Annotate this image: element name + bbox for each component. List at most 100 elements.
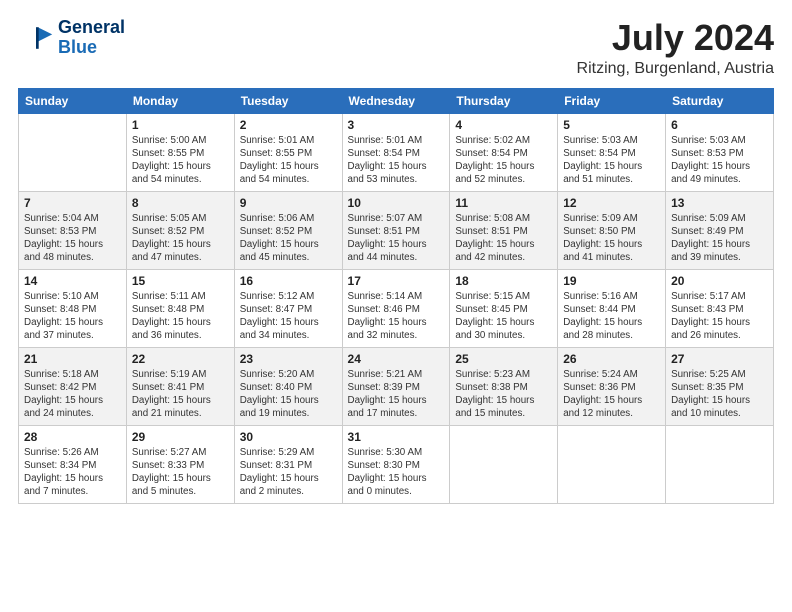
day-number: 5 (563, 118, 660, 132)
logo: General Blue (18, 18, 125, 58)
title-block: July 2024 Ritzing, Burgenland, Austria (577, 18, 774, 78)
table-row (19, 113, 127, 191)
table-row: 12Sunrise: 5:09 AM Sunset: 8:50 PM Dayli… (558, 191, 666, 269)
day-info: Sunrise: 5:14 AM Sunset: 8:46 PM Dayligh… (348, 290, 445, 343)
day-info: Sunrise: 5:27 AM Sunset: 8:33 PM Dayligh… (132, 446, 229, 499)
day-info: Sunrise: 5:03 AM Sunset: 8:53 PM Dayligh… (671, 134, 768, 187)
day-info: Sunrise: 5:29 AM Sunset: 8:31 PM Dayligh… (240, 446, 337, 499)
day-number: 30 (240, 430, 337, 444)
day-number: 27 (671, 352, 768, 366)
calendar-week-row: 1Sunrise: 5:00 AM Sunset: 8:55 PM Daylig… (19, 113, 774, 191)
table-row: 28Sunrise: 5:26 AM Sunset: 8:34 PM Dayli… (19, 425, 127, 503)
calendar-week-row: 14 Sunrise: 5:10 AM Sunset: 8:48 PM Dayli… (19, 269, 774, 347)
day-info: Sunrise: 5:01 AM Sunset: 8:54 PM Dayligh… (348, 134, 445, 187)
table-row: 19 Sunrise: 5:16 AM Sunset: 8:44 PM Dayli… (558, 269, 666, 347)
table-row: 3 Sunrise: 5:01 AM Sunset: 8:54 PM Daylig… (342, 113, 450, 191)
day-info: Sunrise: 5:25 AM Sunset: 8:35 PM Dayligh… (671, 368, 768, 421)
table-row: 1Sunrise: 5:00 AM Sunset: 8:55 PM Daylig… (126, 113, 234, 191)
table-row: 18 Sunrise: 5:15 AM Sunset: 8:45 PM Dayli… (450, 269, 558, 347)
table-row: 9 Sunrise: 5:06 AM Sunset: 8:52 PM Daylig… (234, 191, 342, 269)
header-saturday: Saturday (666, 88, 774, 113)
location: Ritzing, Burgenland, Austria (577, 60, 774, 78)
day-info: Sunrise: 5:30 AM Sunset: 8:30 PM Dayligh… (348, 446, 445, 499)
day-info: Sunrise: 5:19 AM Sunset: 8:41 PM Dayligh… (132, 368, 229, 421)
table-row: 31 Sunrise: 5:30 AM Sunset: 8:30 PM Dayli… (342, 425, 450, 503)
day-number: 3 (348, 118, 445, 132)
day-number: 15 (132, 274, 229, 288)
day-info: Sunrise: 5:05 AM Sunset: 8:52 PM Dayligh… (132, 212, 229, 265)
day-info: Sunrise: 5:02 AM Sunset: 8:54 PM Dayligh… (455, 134, 552, 187)
day-number: 4 (455, 118, 552, 132)
day-number: 29 (132, 430, 229, 444)
day-number: 14 (24, 274, 121, 288)
day-number: 18 (455, 274, 552, 288)
header-sunday: Sunday (19, 88, 127, 113)
day-number: 16 (240, 274, 337, 288)
day-number: 17 (348, 274, 445, 288)
day-info: Sunrise: 5:24 AM Sunset: 8:36 PM Dayligh… (563, 368, 660, 421)
header-monday: Monday (126, 88, 234, 113)
day-number: 11 (455, 196, 552, 210)
table-row: 30 Sunrise: 5:29 AM Sunset: 8:31 PM Dayli… (234, 425, 342, 503)
table-row (558, 425, 666, 503)
table-row: 5Sunrise: 5:03 AM Sunset: 8:54 PM Daylig… (558, 113, 666, 191)
table-row: 27 Sunrise: 5:25 AM Sunset: 8:35 PM Dayli… (666, 347, 774, 425)
day-number: 6 (671, 118, 768, 132)
table-row: 15 Sunrise: 5:11 AM Sunset: 8:48 PM Dayli… (126, 269, 234, 347)
table-row: 20 Sunrise: 5:17 AM Sunset: 8:43 PM Dayli… (666, 269, 774, 347)
table-row (450, 425, 558, 503)
day-number: 9 (240, 196, 337, 210)
day-number: 20 (671, 274, 768, 288)
table-row: 26 Sunrise: 5:24 AM Sunset: 8:36 PM Dayli… (558, 347, 666, 425)
table-row: 4 Sunrise: 5:02 AM Sunset: 8:54 PM Daylig… (450, 113, 558, 191)
day-number: 10 (348, 196, 445, 210)
table-row: 16 Sunrise: 5:12 AM Sunset: 8:47 PM Dayli… (234, 269, 342, 347)
day-number: 8 (132, 196, 229, 210)
header-thursday: Thursday (450, 88, 558, 113)
table-row: 23Sunrise: 5:20 AM Sunset: 8:40 PM Dayli… (234, 347, 342, 425)
header-wednesday: Wednesday (342, 88, 450, 113)
table-row: 22 Sunrise: 5:19 AM Sunset: 8:41 PM Dayli… (126, 347, 234, 425)
table-row: 29 Sunrise: 5:27 AM Sunset: 8:33 PM Dayli… (126, 425, 234, 503)
day-info: Sunrise: 5:11 AM Sunset: 8:48 PM Dayligh… (132, 290, 229, 343)
calendar-header-row: Sunday Monday Tuesday Wednesday Thursday… (19, 88, 774, 113)
month-year: July 2024 (577, 18, 774, 58)
calendar: Sunday Monday Tuesday Wednesday Thursday… (18, 88, 774, 504)
table-row: 17 Sunrise: 5:14 AM Sunset: 8:46 PM Dayli… (342, 269, 450, 347)
logo-text: General Blue (58, 18, 125, 58)
day-info: Sunrise: 5:08 AM Sunset: 8:51 PM Dayligh… (455, 212, 552, 265)
day-number: 24 (348, 352, 445, 366)
day-number: 13 (671, 196, 768, 210)
day-info: Sunrise: 5:26 AM Sunset: 8:34 PM Dayligh… (24, 446, 121, 499)
day-number: 31 (348, 430, 445, 444)
calendar-week-row: 7Sunrise: 5:04 AM Sunset: 8:53 PM Daylig… (19, 191, 774, 269)
day-info: Sunrise: 5:17 AM Sunset: 8:43 PM Dayligh… (671, 290, 768, 343)
table-row: 8 Sunrise: 5:05 AM Sunset: 8:52 PM Daylig… (126, 191, 234, 269)
day-number: 26 (563, 352, 660, 366)
day-number: 1 (132, 118, 229, 132)
day-number: 25 (455, 352, 552, 366)
day-number: 19 (563, 274, 660, 288)
table-row: 25 Sunrise: 5:23 AM Sunset: 8:38 PM Dayli… (450, 347, 558, 425)
table-row: 24Sunrise: 5:21 AM Sunset: 8:39 PM Dayli… (342, 347, 450, 425)
table-row (666, 425, 774, 503)
day-info: Sunrise: 5:09 AM Sunset: 8:50 PM Dayligh… (563, 212, 660, 265)
table-row: 21Sunrise: 5:18 AM Sunset: 8:42 PM Dayli… (19, 347, 127, 425)
day-info: Sunrise: 5:20 AM Sunset: 8:40 PM Dayligh… (240, 368, 337, 421)
day-info: Sunrise: 5:16 AM Sunset: 8:44 PM Dayligh… (563, 290, 660, 343)
day-info: Sunrise: 5:06 AM Sunset: 8:52 PM Dayligh… (240, 212, 337, 265)
table-row: 10 Sunrise: 5:07 AM Sunset: 8:51 PM Dayli… (342, 191, 450, 269)
calendar-week-row: 28Sunrise: 5:26 AM Sunset: 8:34 PM Dayli… (19, 425, 774, 503)
table-row: 6 Sunrise: 5:03 AM Sunset: 8:53 PM Daylig… (666, 113, 774, 191)
day-info: Sunrise: 5:10 AM Sunset: 8:48 PM Dayligh… (24, 290, 121, 343)
logo-icon (18, 20, 54, 56)
day-info: Sunrise: 5:15 AM Sunset: 8:45 PM Dayligh… (455, 290, 552, 343)
header-friday: Friday (558, 88, 666, 113)
day-number: 22 (132, 352, 229, 366)
table-row: 13Sunrise: 5:09 AM Sunset: 8:49 PM Dayli… (666, 191, 774, 269)
day-number: 2 (240, 118, 337, 132)
day-info: Sunrise: 5:07 AM Sunset: 8:51 PM Dayligh… (348, 212, 445, 265)
day-info: Sunrise: 5:12 AM Sunset: 8:47 PM Dayligh… (240, 290, 337, 343)
day-info: Sunrise: 5:23 AM Sunset: 8:38 PM Dayligh… (455, 368, 552, 421)
table-row: 11 Sunrise: 5:08 AM Sunset: 8:51 PM Dayli… (450, 191, 558, 269)
